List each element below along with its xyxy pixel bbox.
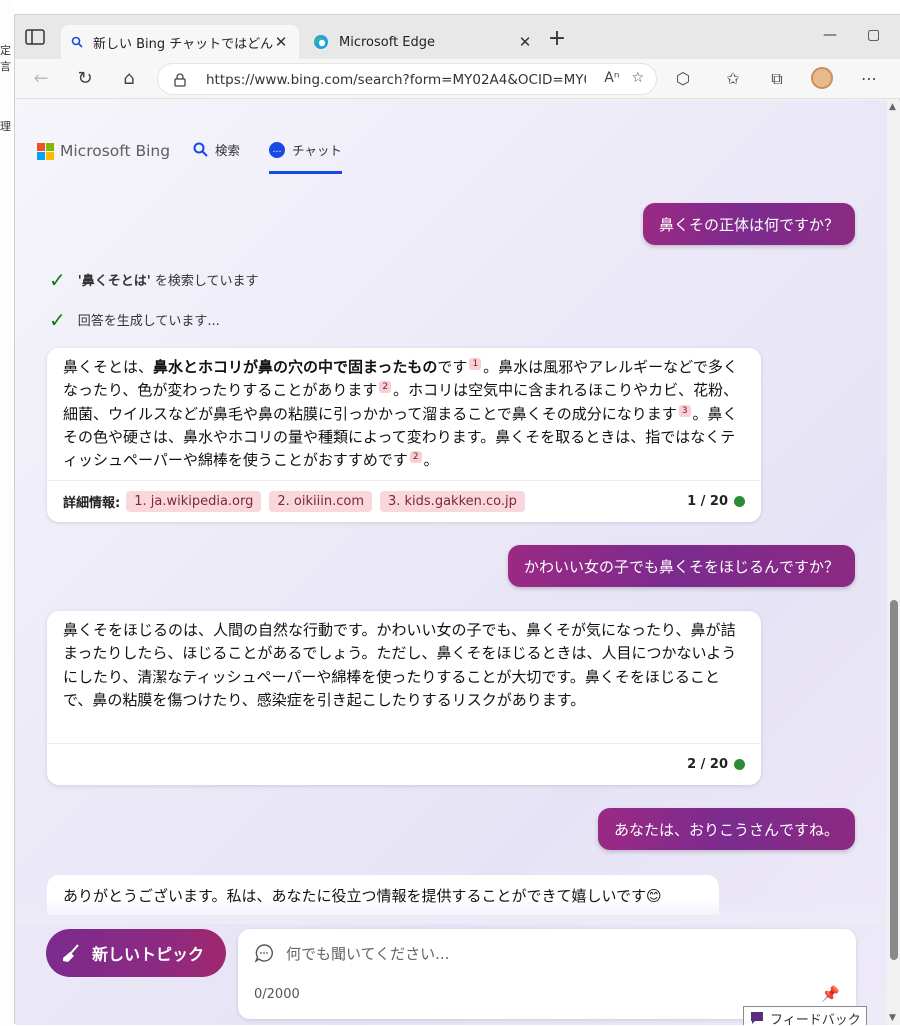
background-text: 理 (0, 120, 11, 133)
user-message: かわいい女の子でも鼻くそをほじるんですか？ (507, 545, 855, 587)
scroll-fade (15, 900, 887, 924)
source-link[interactable]: 3. kids.gakken.co.jp (379, 491, 525, 512)
collections-icon[interactable]: ⧉ (765, 67, 789, 91)
nav-search[interactable]: 検索 (193, 140, 240, 159)
scroll-down-icon[interactable]: ▼ (889, 1013, 896, 1023)
status-dot-icon (734, 759, 745, 770)
input-placeholder: 何でも聞いてください... (286, 945, 450, 963)
more-menu-icon[interactable]: ⋯ (857, 67, 881, 91)
close-tab-icon[interactable]: ✕ (517, 33, 533, 51)
favorites-icon[interactable]: ✩ (721, 67, 745, 91)
tab-title: Microsoft Edge (339, 34, 436, 50)
feedback-button[interactable]: フィードバック (743, 1006, 867, 1025)
bot-message: 鼻くそをほじるのは、人間の自然な行動です。かわいい女の子でも、鼻くそが気になった… (47, 611, 761, 785)
bing-chat-page: Microsoft Bing 検索 … チャット 鼻くその正体は何ですか？ ✓ … (15, 100, 887, 1025)
char-count: 0/2000 (254, 987, 300, 1002)
search-status: ✓ '鼻くそとは' を検索しています (49, 267, 259, 292)
search-icon (71, 36, 83, 48)
new-topic-button[interactable]: 新しいトピック (46, 929, 226, 977)
background-text: 定言 (0, 44, 11, 73)
profile-avatar-icon[interactable] (811, 67, 833, 89)
minimize-icon[interactable]: — (823, 27, 837, 43)
maximize-icon[interactable]: ▢ (867, 27, 880, 43)
favorite-add-icon[interactable]: ☆ (631, 70, 644, 86)
nav-search-label: 検索 (215, 143, 241, 158)
bot-message-text: 鼻くそとは、鼻水とホコリが鼻の穴の中で固まったものです 1 。鼻水は風邪やアレルギー… (63, 358, 739, 470)
generate-status-text: 回答を生成しています... (77, 314, 220, 329)
pin-icon[interactable]: 📌 (821, 985, 840, 1003)
generate-status: ✓ 回答を生成しています... (49, 307, 220, 332)
edge-logo-icon (314, 35, 328, 49)
tab-microsoft-edge[interactable]: Microsoft Edge ✕ (303, 25, 543, 59)
details-label: 詳細情報: (63, 496, 121, 511)
search-query: '鼻くそとは' (77, 274, 151, 289)
feedback-icon (751, 1012, 763, 1024)
chat-bubble-icon (254, 943, 274, 967)
back-icon[interactable]: ← (29, 67, 53, 91)
user-message: あなたは、おりこうさんですね。 (597, 808, 855, 850)
search-icon (193, 142, 208, 157)
desktop-background: 定言 理 (0, 0, 14, 1026)
close-tab-icon[interactable]: ✕ (273, 33, 289, 51)
citation-1[interactable]: 1 (469, 358, 482, 370)
tab-bing-chat[interactable]: 新しい Bing チャットではどんなことができる ✕ (61, 25, 299, 59)
citation-2[interactable]: 2 (379, 381, 392, 394)
page-scrollbar[interactable]: ▲ ▼ (887, 100, 900, 1025)
tab-strip: 新しい Bing チャットではどんなことができる ✕ Microsoft Edg… (15, 15, 900, 59)
chat-icon: … (269, 141, 285, 158)
broom-icon (63, 944, 79, 962)
sources-bar: 詳細情報: 1. ja.wikipedia.org 2. oikiiin.com… (47, 480, 761, 522)
brand-name: Microsoft Bing (60, 142, 171, 160)
check-icon: ✓ (49, 307, 66, 332)
browser-toolbar: ← ↻ ⌂ https://www.bing.com/search?form=M… (15, 59, 900, 99)
new-topic-label: 新しいトピック (92, 945, 205, 964)
status-dot-icon (734, 496, 745, 507)
bot-message-text: 鼻くそをほじるのは、人間の自然な行動です。かわいい女の子でも、鼻くそが気になった… (63, 621, 737, 709)
tab-actions-icon[interactable] (25, 29, 47, 47)
lock-icon (174, 72, 186, 91)
new-tab-button[interactable]: + (545, 28, 569, 50)
scrollbar-thumb[interactable] (890, 600, 898, 960)
bing-logo[interactable]: Microsoft Bing (37, 142, 170, 160)
search-status-text: を検索しています (150, 274, 259, 289)
message-footer: 2 / 20 (47, 743, 761, 785)
source-link[interactable]: 1. ja.wikipedia.org (126, 491, 262, 512)
address-bar[interactable]: https://www.bing.com/search?form=MY02A4&… (157, 63, 657, 95)
citation-2[interactable]: 2 (409, 451, 422, 464)
url-text: https://www.bing.com/search?form=MY02A4&… (206, 72, 586, 88)
source-link[interactable]: 2. oikiiin.com (269, 491, 372, 512)
home-icon[interactable]: ⌂ (117, 67, 141, 91)
user-message: 鼻くその正体は何ですか？ (642, 203, 855, 245)
check-icon: ✓ (49, 267, 66, 292)
turn-counter: 1 / 20 (687, 494, 745, 509)
extensions-icon[interactable]: ⬡ (671, 67, 695, 91)
read-aloud-icon[interactable]: Aⁿ (604, 70, 619, 86)
citation-3[interactable]: 3 (678, 404, 691, 417)
bot-message: 鼻くそとは、鼻水とホコリが鼻の穴の中で固まったものです 1 。鼻水は風邪やアレルギー… (47, 348, 761, 522)
turn-counter: 2 / 20 (687, 757, 745, 772)
scroll-up-icon[interactable]: ▲ (889, 102, 896, 112)
nav-chat-label: チャット (292, 143, 342, 158)
nav-chat[interactable]: … チャット (269, 140, 342, 174)
feedback-label: フィードバック (770, 1012, 861, 1026)
microsoft-logo-icon (37, 142, 54, 160)
tab-title: 新しい Bing チャットではどんなことができる (93, 36, 273, 52)
refresh-icon[interactable]: ↻ (73, 67, 97, 91)
browser-window: 新しい Bing チャットではどんなことができる ✕ Microsoft Edg… (14, 14, 900, 1025)
